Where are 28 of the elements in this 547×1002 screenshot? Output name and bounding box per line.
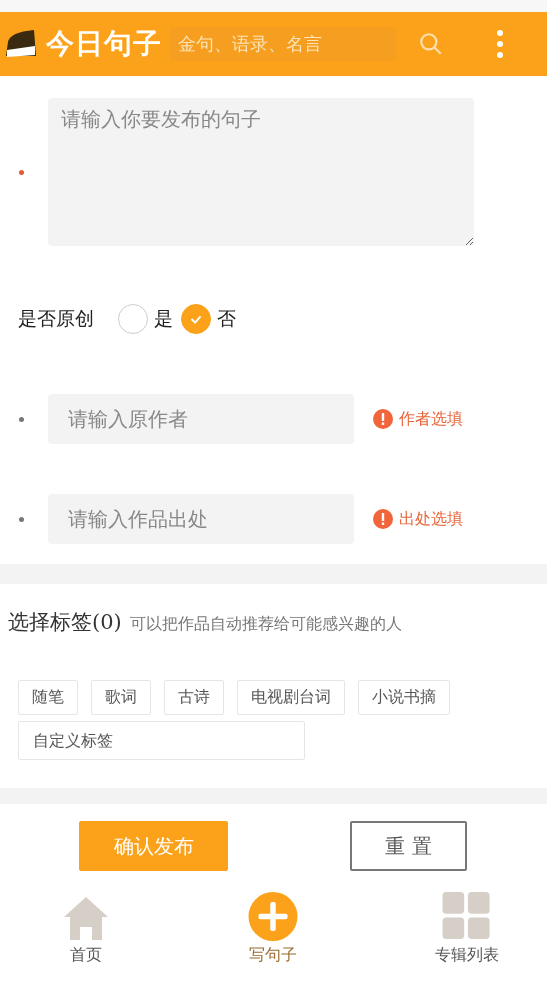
- grid-icon: [441, 892, 493, 941]
- nav-item[interactable]: 写句子: [245, 892, 300, 966]
- nav-item[interactable]: 专辑列表: [435, 892, 499, 966]
- radio-button[interactable]: [181, 304, 211, 334]
- tag-button[interactable]: 电视剧台词: [237, 680, 345, 715]
- tag-button[interactable]: 古诗: [164, 680, 224, 715]
- tags-title: 选择标签(0): [8, 609, 122, 636]
- tag-button[interactable]: 歌词: [91, 680, 151, 715]
- tag-button[interactable]: 随笔: [18, 680, 78, 715]
- radio-label[interactable]: 否: [217, 306, 236, 332]
- search-icon[interactable]: [418, 31, 444, 57]
- radio-label[interactable]: 是: [154, 306, 173, 332]
- nav-item[interactable]: 首页: [62, 892, 110, 966]
- hint-text: 作者选填: [399, 408, 463, 430]
- sentence-field[interactable]: 请输入你要发布的句子: [48, 98, 474, 246]
- search-field[interactable]: 金句、语录、名言: [170, 27, 396, 61]
- hint-text: 出处选填: [399, 508, 463, 530]
- text-field[interactable]: 请输入原作者: [48, 394, 354, 444]
- reset-button[interactable]: 重 置: [350, 821, 467, 871]
- more-menu-icon[interactable]: [496, 29, 504, 59]
- tags-subtitle: 可以把作品自动推荐给可能感兴趣的人: [129, 614, 402, 635]
- warning-icon: [373, 509, 393, 529]
- tag-button[interactable]: 小说书摘: [358, 680, 450, 715]
- warning-icon: [373, 409, 393, 429]
- home-icon: [62, 895, 110, 941]
- text-field[interactable]: 请输入作品出处: [48, 494, 354, 544]
- custom-tag-field[interactable]: 自定义标签: [18, 721, 305, 760]
- original-label: 是否原创: [18, 306, 94, 331]
